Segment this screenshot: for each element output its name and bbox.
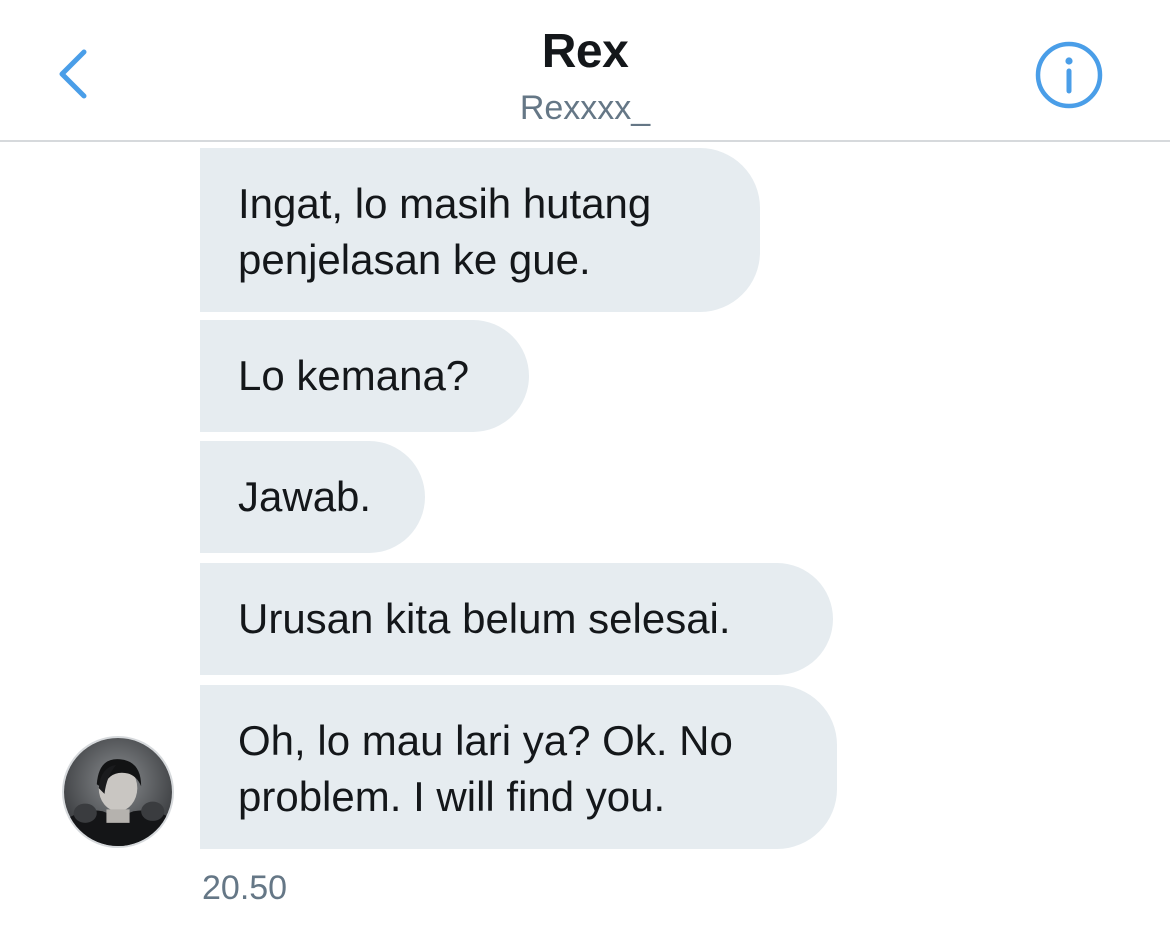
- profile-photo-icon: [64, 738, 172, 846]
- conversation-title[interactable]: Rex Rexxxx_: [385, 24, 785, 130]
- message-timestamp: 20.50: [202, 869, 288, 907]
- back-button[interactable]: [40, 38, 110, 108]
- conversation-header: Rex Rexxxx_: [0, 0, 1170, 142]
- avatar[interactable]: [62, 736, 174, 848]
- chevron-left-icon: [59, 49, 87, 99]
- message-bubble[interactable]: Lo kemana?: [200, 320, 529, 432]
- info-circle-icon: [1035, 41, 1103, 109]
- contact-handle: Rexxxx_: [519, 89, 651, 127]
- info-button[interactable]: [1034, 40, 1104, 110]
- message-bubble[interactable]: Ingat, lo masih hutang penjelasan ke gue…: [200, 148, 760, 312]
- contact-name: Rex: [541, 25, 629, 78]
- message-bubble[interactable]: Urusan kita belum selesai.: [200, 563, 833, 675]
- message-thread[interactable]: Ingat, lo masih hutang penjelasan ke gue…: [0, 144, 1170, 927]
- message-bubble[interactable]: Oh, lo mau lari ya? Ok. No problem. I wi…: [200, 685, 837, 849]
- message-bubble[interactable]: Jawab.: [200, 441, 425, 553]
- dm-conversation-screen: Rex Rexxxx_ Ingat, lo masih hutang penje…: [0, 0, 1170, 927]
